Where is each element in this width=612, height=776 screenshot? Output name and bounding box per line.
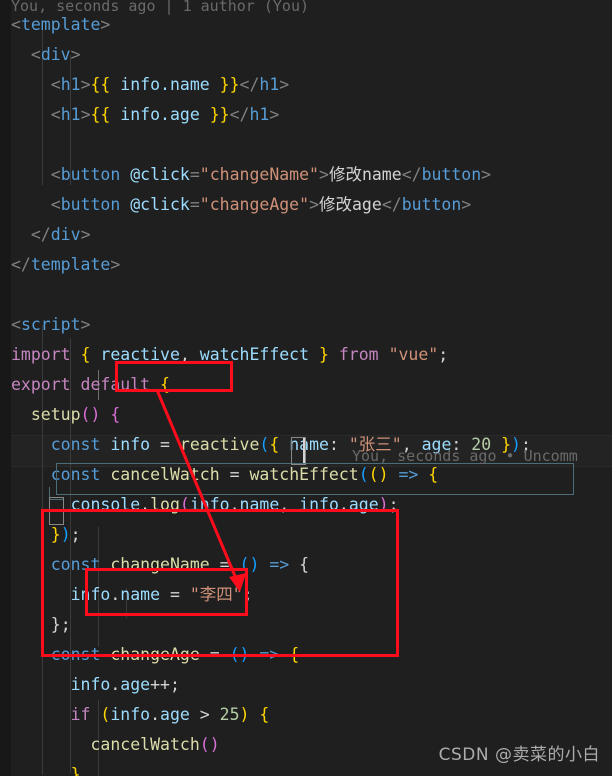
code-line[interactable]: import { reactive, watchEffect } from "v… (0, 340, 612, 370)
code-editor[interactable]: You, seconds ago | 1 author (You) <templ… (0, 0, 612, 776)
code-line[interactable]: info.age++; (0, 670, 612, 700)
code-line[interactable]: <h1>{{ info.name }}</h1> (0, 70, 612, 100)
code-line-text: info.age++; (70, 675, 180, 694)
watermark: CSDN @卖菜的小白 (438, 745, 600, 765)
code-line-text: <div> (30, 45, 81, 64)
code-line[interactable]: <button @click="changeName">修改name</butt… (0, 160, 612, 190)
code-line-text: <script> (11, 315, 91, 334)
code-line[interactable]: export default { (0, 370, 612, 400)
code-line[interactable] (0, 130, 612, 160)
code-line[interactable]: <script> (0, 310, 612, 340)
code-line-text: </div> (30, 225, 91, 244)
code-line-text: setup() { (30, 405, 121, 424)
git-blame-header: You, seconds ago | 1 author (You) (11, 0, 310, 15)
annotation-box-cancelwatch-decl (115, 361, 233, 392)
inline-git-blame: You, seconds ago • Uncomm (352, 447, 578, 465)
code-content[interactable]: <template> <div> <h1>{{ info.name }}</h1… (0, 0, 612, 776)
editor-gutter (0, 0, 11, 776)
code-line-text: <button @click="changeName">修改name</butt… (50, 165, 492, 184)
code-line[interactable] (0, 280, 612, 310)
code-line-text: <h1>{{ info.age }}</h1> (50, 105, 280, 124)
code-line[interactable]: <div> (0, 40, 612, 70)
code-line-text: </template> (11, 255, 121, 274)
text-cursor (303, 438, 305, 463)
code-line-text: if (info.age > 25) { (70, 705, 270, 724)
code-line[interactable]: </template> (0, 250, 612, 280)
code-line[interactable]: setup() { (0, 400, 612, 430)
code-line[interactable]: <h1>{{ info.age }}</h1> (0, 100, 612, 130)
code-line[interactable]: <button @click="changeAge">修改age</button… (0, 190, 612, 220)
code-line[interactable]: if (info.age > 25) { (0, 700, 612, 730)
code-line-text: <button @click="changeAge">修改age</button… (50, 195, 472, 214)
code-line[interactable]: </div> (0, 220, 612, 250)
code-line-text: } (70, 765, 81, 776)
annotation-box-cancelwatch-call (85, 568, 248, 616)
code-line-text: <h1>{{ info.name }}</h1> (50, 75, 290, 94)
code-line-text: cancelWatch() (90, 735, 220, 754)
